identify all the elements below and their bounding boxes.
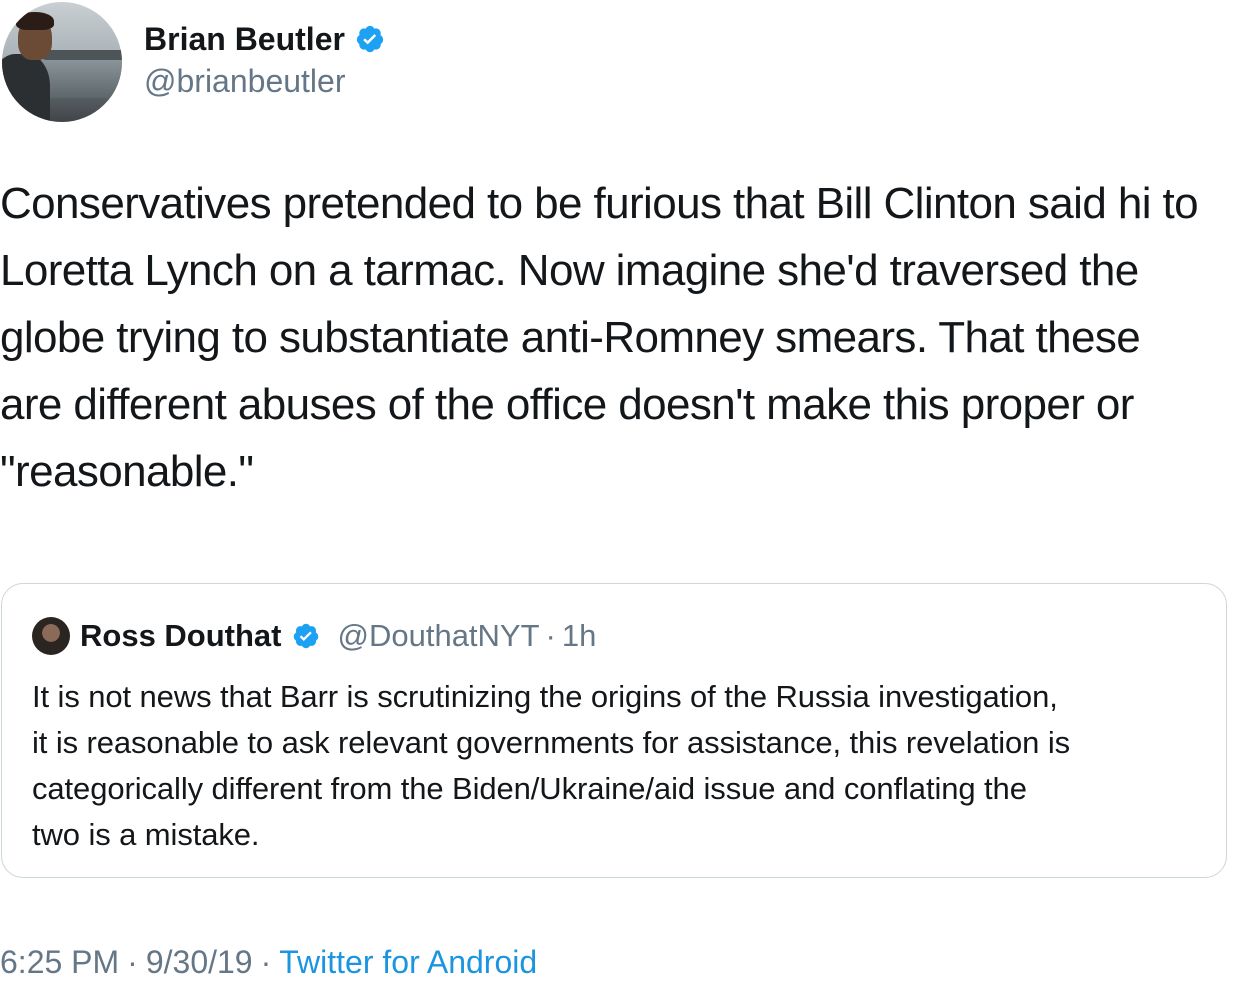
author-avatar[interactable] [2,2,122,122]
tweet-header: Brian Beutler @brianbeutler [0,0,1239,125]
verified-badge-icon [356,25,384,53]
avatar-person-body [2,54,50,122]
tweet-time[interactable]: 6:25 PM [0,944,119,980]
tweet-text: Conservatives pretended to be furious th… [0,179,1199,496]
quoted-separator: · [545,618,556,653]
meta-separator: · [127,944,138,980]
avatar-shore [42,50,122,60]
quoted-timestamp[interactable]: 1h [562,618,596,654]
avatar-person-hair [16,12,54,30]
quoted-author-handle: @DouthatNYT [337,618,540,653]
tweet-meta: 6:25 PM · 9/30/19 · Twitter for Android [0,940,537,984]
meta-separator-2: · [260,944,272,980]
quoted-tweet-header: Ross Douthat @DouthatNYT · 1h [32,617,596,655]
tweet-date[interactable]: 9/30/19 [146,944,253,980]
author-display-name-text: Brian Beutler [144,21,345,57]
tweet-source-link[interactable]: Twitter for Android [279,944,537,980]
quoted-verified-badge-icon [293,623,318,649]
quoted-tweet-card[interactable]: Ross Douthat @DouthatNYT · 1h It is not … [1,583,1227,878]
author-display-name[interactable]: Brian Beutler [144,20,385,58]
quoted-tweet-text: It is not news that Barr is scrutinizing… [32,679,1071,852]
quoted-author-avatar [32,617,70,655]
author-handle[interactable]: @brianbeutler [144,62,345,100]
quoted-author-display-name: Ross Douthat [80,618,282,653]
